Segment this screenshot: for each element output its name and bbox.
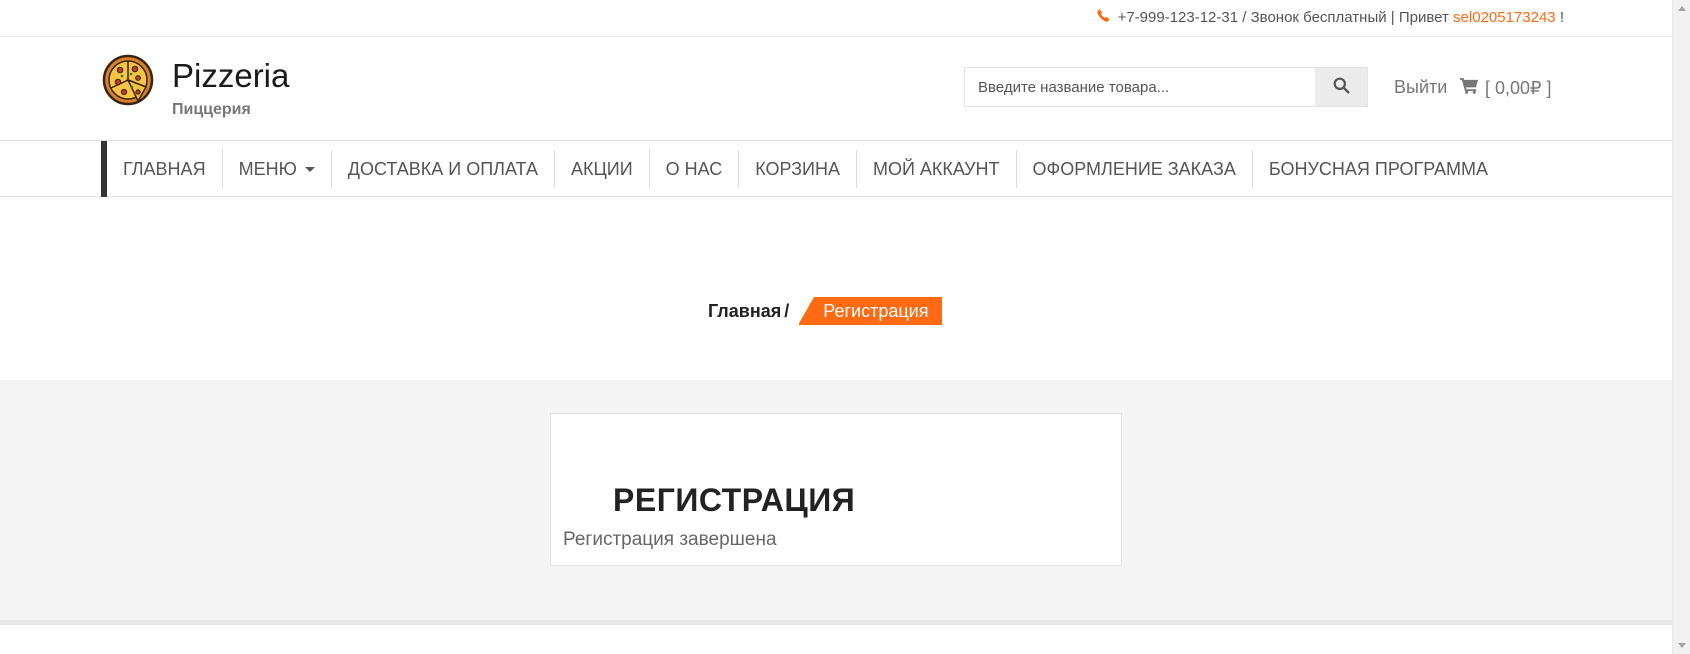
main-nav: ГЛАВНАЯ МЕНЮ ДОСТАВКА И ОПЛАТА АКЦИИ О Н…	[0, 141, 1672, 197]
nav-item-label: КОРЗИНА	[755, 158, 840, 179]
phone-number: +7-999-123-12-31	[1117, 9, 1239, 26]
breadcrumb-current: Регистрация	[798, 297, 943, 325]
scrollbar[interactable]	[1672, 0, 1690, 654]
nav-item-menu[interactable]: МЕНЮ	[223, 150, 332, 188]
search-icon	[1333, 77, 1350, 97]
nav-item-label: ГЛАВНАЯ	[123, 158, 206, 179]
pizza-logo-icon[interactable]	[102, 54, 154, 106]
nav-item-label: БОНУСНАЯ ПРОГРАММА	[1268, 158, 1488, 179]
nav-item-promotions[interactable]: АКЦИИ	[555, 150, 650, 188]
username-link[interactable]: sel0205173243	[1453, 9, 1556, 26]
nav-item-bonus[interactable]: БОНУСНАЯ ПРОГРАММА	[1253, 150, 1504, 188]
call-free-text: / Звонок бесплатный | Привет	[1238, 9, 1454, 26]
nav-item-label: АКЦИИ	[570, 158, 633, 179]
nav-item-cart[interactable]: КОРЗИНА	[739, 150, 857, 188]
nav-item-label: МЕНЮ	[238, 158, 297, 179]
cart-button[interactable]: [ 0,00₽ ]	[1460, 77, 1552, 99]
greeting-suffix: !	[1555, 9, 1564, 26]
cart-total: [ 0,00₽ ]	[1485, 77, 1552, 98]
phone-icon	[1096, 9, 1110, 26]
nav-list: ГЛАВНАЯ МЕНЮ ДОСТАВКА И ОПЛАТА АКЦИИ О Н…	[107, 141, 1504, 197]
registration-card: РЕГИСТРАЦИЯ Регистрация завершена	[550, 413, 1122, 566]
nav-item-account[interactable]: МОЙ АККАУНТ	[857, 150, 1017, 188]
search-button[interactable]	[1315, 68, 1367, 106]
search-form	[964, 67, 1368, 107]
breadcrumb: Главная / Регистрация	[708, 297, 943, 325]
nav-item-label: МОЙ АККАУНТ	[872, 158, 1000, 179]
brand-subtitle: Пиццерия	[172, 101, 251, 118]
registration-message: Регистрация завершена	[563, 529, 777, 550]
breadcrumb-separator: /	[784, 300, 790, 321]
nav-item-delivery[interactable]: ДОСТАВКА И ОПЛАТА	[332, 150, 555, 188]
scroll-down-icon[interactable]	[1678, 643, 1686, 648]
nav-item-about[interactable]: О НАС	[650, 150, 740, 188]
caret-down-icon	[304, 166, 315, 172]
content-divider	[0, 620, 1672, 625]
search-input[interactable]	[965, 68, 1316, 106]
nav-item-home[interactable]: ГЛАВНАЯ	[107, 150, 223, 188]
logout-link[interactable]: Выйти	[1394, 77, 1447, 98]
site-header: Pizzeria Пиццерия Выйти [ 0,00₽ ]	[0, 37, 1672, 141]
top-bar: +7-999-123-12-31 / Звонок бесплатный | П…	[0, 0, 1672, 37]
page-title: РЕГИСТРАЦИЯ	[613, 482, 856, 518]
nav-item-checkout[interactable]: ОФОРМЛЕНИЕ ЗАКАЗА	[1017, 150, 1253, 188]
nav-item-label: О НАС	[665, 158, 723, 179]
breadcrumb-home[interactable]: Главная	[708, 301, 781, 322]
nav-item-label: ДОСТАВКА И ОПЛАТА	[347, 158, 538, 179]
cart-icon	[1460, 77, 1485, 99]
top-bar-contact: +7-999-123-12-31 / Звонок бесплатный | П…	[1096, 9, 1564, 26]
nav-item-label: ОФОРМЛЕНИЕ ЗАКАЗА	[1032, 158, 1236, 179]
brand-title[interactable]: Pizzeria	[172, 57, 289, 95]
scroll-up-icon[interactable]	[1678, 6, 1686, 11]
